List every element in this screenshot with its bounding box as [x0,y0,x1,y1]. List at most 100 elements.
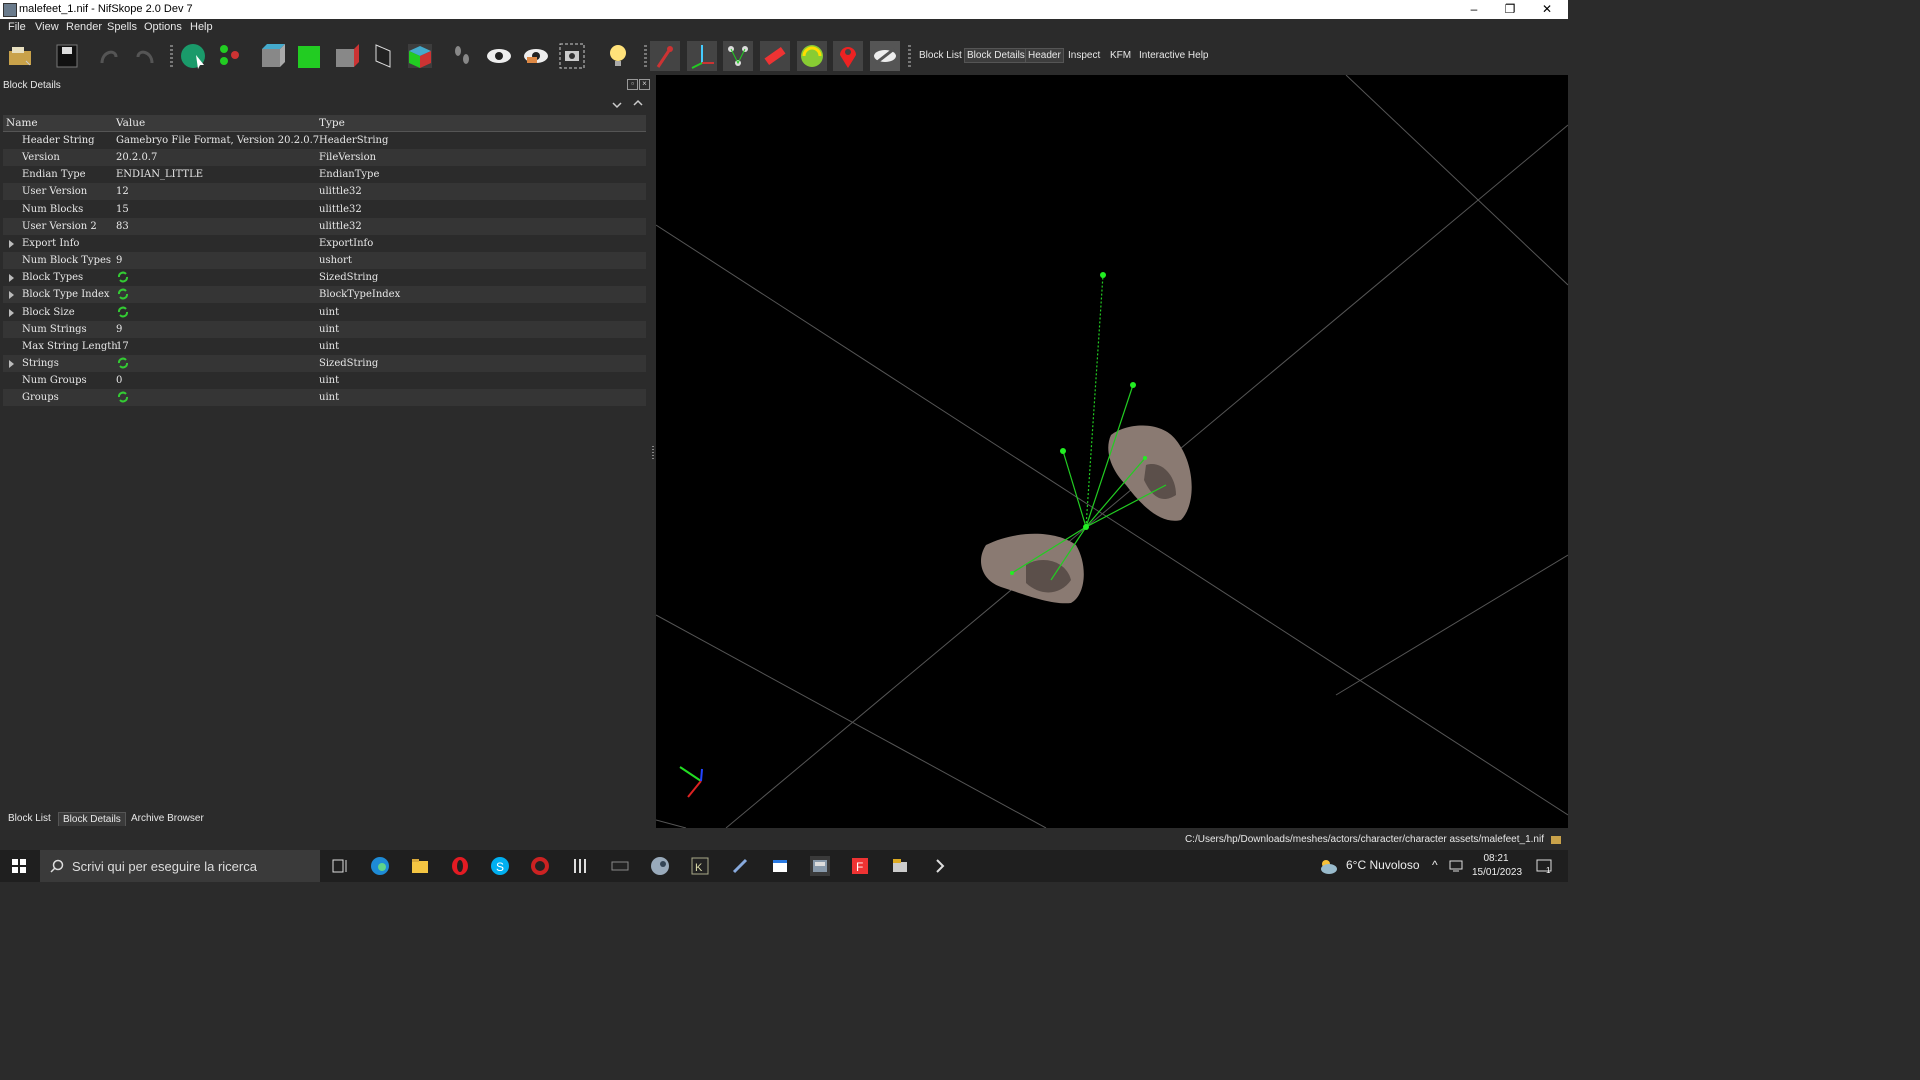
table-row[interactable]: Num Groups 0 uint [3,372,646,389]
menu-options[interactable]: Options [144,21,182,33]
weather-text[interactable]: 6°C Nuvoloso [1346,858,1420,872]
more-apps-icon[interactable] [930,856,950,876]
toolbar-grip[interactable] [170,45,173,67]
nifskope-taskbar-icon[interactable] [810,856,830,876]
close-panel-icon[interactable]: × [639,79,650,90]
toolbar-header[interactable]: Header [1025,48,1064,63]
table-row[interactable]: Num Blocks 15 ulittle32 [3,201,646,218]
window-app-icon[interactable] [770,856,790,876]
table-row[interactable]: Export Info ExportInfo [3,235,646,252]
array-link-icon[interactable] [116,270,130,284]
table-row[interactable]: User Version 12 ulittle32 [3,183,646,201]
expand-arrow-icon[interactable] [9,359,14,368]
menu-help[interactable]: Help [190,21,213,33]
notifications-icon[interactable] [1534,856,1554,876]
expand-arrow-icon[interactable] [9,308,14,317]
lighting-icon[interactable] [603,41,633,71]
row-value[interactable]: ENDIAN_LITTLE [116,169,203,180]
show-skeleton-icon[interactable] [723,41,753,71]
terminal-app-icon[interactable] [610,856,630,876]
toolbar-grip-2[interactable] [644,45,647,67]
table-row[interactable]: Endian Type ENDIAN_LITTLE EndianType [3,166,646,183]
show-axes-icon[interactable] [650,41,680,71]
tab-block-list[interactable]: Block List [4,812,55,825]
toolbar-interactive-help[interactable]: Interactive Help [1137,49,1210,62]
render-viewport[interactable] [656,75,1568,828]
panel-splitter[interactable] [652,446,654,460]
array-link-icon[interactable] [116,356,130,370]
close-button[interactable]: ✕ [1528,0,1566,19]
column-type[interactable]: Type [319,117,345,129]
expand-arrow-icon[interactable] [9,274,14,283]
column-name[interactable]: Name [6,117,38,129]
show-markers-icon[interactable] [833,41,863,71]
table-row[interactable]: Version 20.2.0.7 FileVersion [3,149,646,167]
table-row[interactable]: Block Type Index BlockTypeIndex [3,286,646,304]
row-value[interactable]: 17 [116,341,129,352]
open-file-icon[interactable] [6,41,36,71]
view-front-icon[interactable] [294,41,324,71]
archive-app-icon[interactable] [890,856,910,876]
file-explorer-icon[interactable] [410,856,430,876]
windows-start-icon[interactable] [12,859,26,873]
mixer-icon[interactable] [570,856,590,876]
view-top-icon[interactable] [257,41,287,71]
network-icon[interactable] [1448,858,1464,874]
row-value[interactable]: 9 [116,324,122,335]
table-row[interactable]: Num Strings 9 uint [3,320,646,338]
weather-cloud-icon[interactable] [1318,856,1338,876]
table-row[interactable]: User Version 2 83 ulittle32 [3,217,646,235]
game-app-icon[interactable] [530,856,550,876]
show-constraints-icon[interactable] [797,41,827,71]
toolbar-inspect[interactable]: Inspect [1066,49,1102,62]
row-value[interactable]: 20.2.0.7 [116,152,157,163]
restore-button[interactable]: ❐ [1491,0,1529,19]
taskbar-search-box[interactable]: Scrivi qui per eseguire la ricerca [40,850,320,882]
expand-arrow-icon[interactable] [9,291,14,300]
array-link-icon[interactable] [116,305,130,319]
row-value[interactable]: 83 [116,221,129,232]
eye-icon[interactable] [484,41,514,71]
row-value[interactable]: 15 [116,204,129,215]
row-value[interactable]: 9 [116,255,122,266]
eye-lock-icon[interactable] [521,41,551,71]
tab-archive-browser[interactable]: Archive Browser [127,812,208,825]
show-havok-icon[interactable] [760,41,790,71]
row-value[interactable]: 0 [116,375,122,386]
screenshot-icon[interactable] [557,41,587,71]
array-link-icon[interactable] [116,390,130,404]
column-value[interactable]: Value [116,117,145,129]
minimize-button[interactable]: – [1455,0,1493,19]
table-row[interactable]: Strings SizedString [3,354,646,372]
row-value[interactable]: 12 [116,186,129,197]
select-vertex-icon[interactable] [215,41,245,71]
creation-kit-icon[interactable]: K [690,856,710,876]
view-flip-icon[interactable] [368,41,398,71]
pen-app-icon[interactable] [730,856,750,876]
toolbar-kfm[interactable]: KFM [1108,49,1133,62]
steam-icon[interactable] [650,856,670,876]
expand-up-icon[interactable] [632,97,644,109]
skype-icon[interactable]: S [490,856,510,876]
menu-view[interactable]: View [35,21,59,33]
edge-icon[interactable] [370,856,390,876]
float-panel-icon[interactable]: ▫ [627,79,638,90]
system-clock[interactable]: 08:21 15/01/2023 [1472,852,1522,880]
redo-icon[interactable] [130,41,160,71]
walk-mode-icon[interactable] [447,41,477,71]
select-object-icon[interactable] [178,41,208,71]
tray-chevron-icon[interactable]: ^ [1432,858,1438,872]
table-row[interactable]: Num Block Types 9 ushort [3,252,646,270]
tab-block-details[interactable]: Block Details [58,812,126,826]
toolbar-block-details[interactable]: Block Details [964,48,1028,63]
menu-file[interactable]: File [8,21,26,33]
table-row[interactable]: Block Types SizedString [3,269,646,286]
table-row[interactable]: Header String Gamebryo File Format, Versi… [3,132,646,149]
view-side-icon[interactable] [331,41,361,71]
array-link-icon[interactable] [116,287,130,301]
menu-render[interactable]: Render [66,21,102,33]
show-hidden-icon[interactable] [870,41,900,71]
undo-icon[interactable] [94,41,124,71]
table-row[interactable]: Max String Length 17 uint [3,338,646,355]
row-value[interactable]: Gamebryo File Format, Version 20.2.0.7 [116,135,319,146]
